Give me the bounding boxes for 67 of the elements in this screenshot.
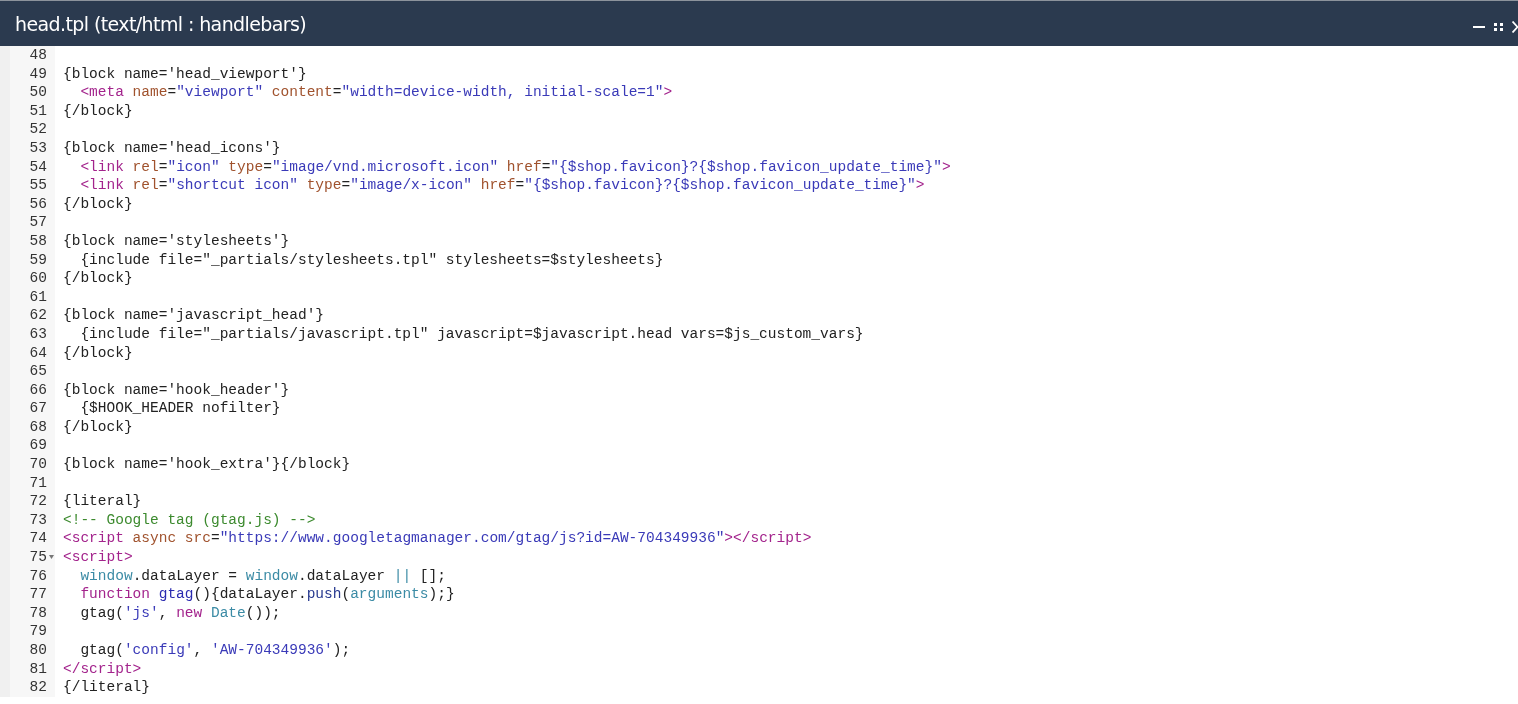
code-line: <link rel="icon" type="image/vnd.microsoft.icon" href="{$shop.favicon}?{$shop.favicon_update_time}">: [79, 157, 951, 177]
line-number: 65: [29, 362, 47, 381]
line-number: 80: [29, 641, 47, 660]
close-icon[interactable]: [1512, 20, 1518, 33]
line-number: 79: [29, 622, 47, 641]
code-line: {/block}: [62, 417, 133, 437]
line-number: 73: [29, 510, 47, 530]
code-line: {/block}: [62, 101, 133, 121]
line-number: 69: [29, 436, 47, 456]
line-number: 51: [29, 101, 47, 121]
line-number: 57: [29, 213, 47, 232]
code-line: {/block}: [62, 269, 133, 288]
line-number: 75: [29, 548, 47, 567]
code-line: <script>: [62, 548, 133, 567]
code-line: {block name='stylesheets'}: [62, 231, 290, 251]
line-number: 49: [29, 64, 47, 84]
code-line: {literal}: [62, 492, 142, 511]
line-number: 74: [29, 529, 47, 549]
code-line: {block name='head_icons'}: [62, 138, 281, 158]
line-number: 77: [29, 585, 47, 604]
line-number: 71: [29, 473, 47, 493]
fold-icon[interactable]: [49, 555, 54, 560]
line-number: 66: [29, 380, 47, 400]
window-title: head.tpl (text/html : handlebars): [15, 12, 307, 35]
line-number: 67: [29, 399, 47, 418]
line-number: 59: [29, 250, 47, 270]
line-number: 82: [29, 678, 47, 697]
minimize-icon[interactable]: [1473, 25, 1485, 28]
line-number: 68: [29, 417, 47, 437]
line-number: 52: [29, 120, 47, 139]
code-line: {include file="_partials/stylesheets.tpl" stylesheets=$stylesheets}: [79, 250, 664, 270]
line-number: 63: [29, 324, 47, 344]
code-line: gtag('config', 'AW-704349936');: [79, 641, 351, 660]
code-line: {/block}: [62, 194, 133, 214]
code-line: gtag('js', new Date());: [79, 603, 281, 623]
line-number: 81: [29, 659, 47, 679]
code-line: {$HOOK_HEADER nofilter}: [79, 399, 281, 418]
code-line: <!-- Google tag (gtag.js) -->: [62, 510, 316, 530]
line-number: 53: [29, 138, 47, 158]
line-number: 48: [29, 46, 47, 65]
code-line: {/block}: [62, 343, 133, 363]
code-line: window.dataLayer = window.dataLayer || [];: [79, 566, 446, 586]
code-line: <script async src="https://www.googletagmanager.com/gtag/js?id=AW-704349936"></script>: [62, 529, 812, 549]
code-line: {block name='hook_header'}: [62, 380, 290, 400]
line-number: 64: [29, 343, 47, 363]
line-number: 72: [29, 492, 47, 511]
code-line: {block name='hook_extra'}{/block}: [62, 455, 351, 474]
code-line: function gtag(){dataLayer.push(arguments);}: [79, 585, 455, 604]
line-number: 60: [29, 269, 47, 288]
line-number: 50: [29, 83, 47, 102]
code-line: {block name='javascript_head'}: [62, 306, 325, 325]
line-number: 54: [29, 157, 47, 177]
line-number: 78: [29, 603, 47, 623]
code-line: {block name='head_viewport'}: [62, 64, 307, 84]
grip-icon[interactable]: [1494, 22, 1503, 31]
line-number: 76: [29, 566, 47, 586]
code-line: <link rel="shortcut icon" type="image/x-icon" href="{$shop.favicon}?{$shop.favicon_update_time}">: [79, 176, 925, 195]
code-line: {include file="_partials/javascript.tpl" javascript=$javascript.head vars=$js_custom_vars}: [79, 324, 864, 344]
line-number: 62: [29, 306, 47, 325]
code-line: {/literal}: [62, 678, 150, 697]
line-number: 61: [29, 287, 47, 307]
code-line: </script>: [62, 659, 142, 679]
line-number: 55: [29, 176, 47, 195]
line-number: 56: [29, 194, 47, 214]
line-number: 70: [29, 455, 47, 474]
code-line: <meta name="viewport" content="width=device-width, initial-scale=1">: [79, 83, 673, 102]
line-number: 58: [29, 231, 47, 251]
